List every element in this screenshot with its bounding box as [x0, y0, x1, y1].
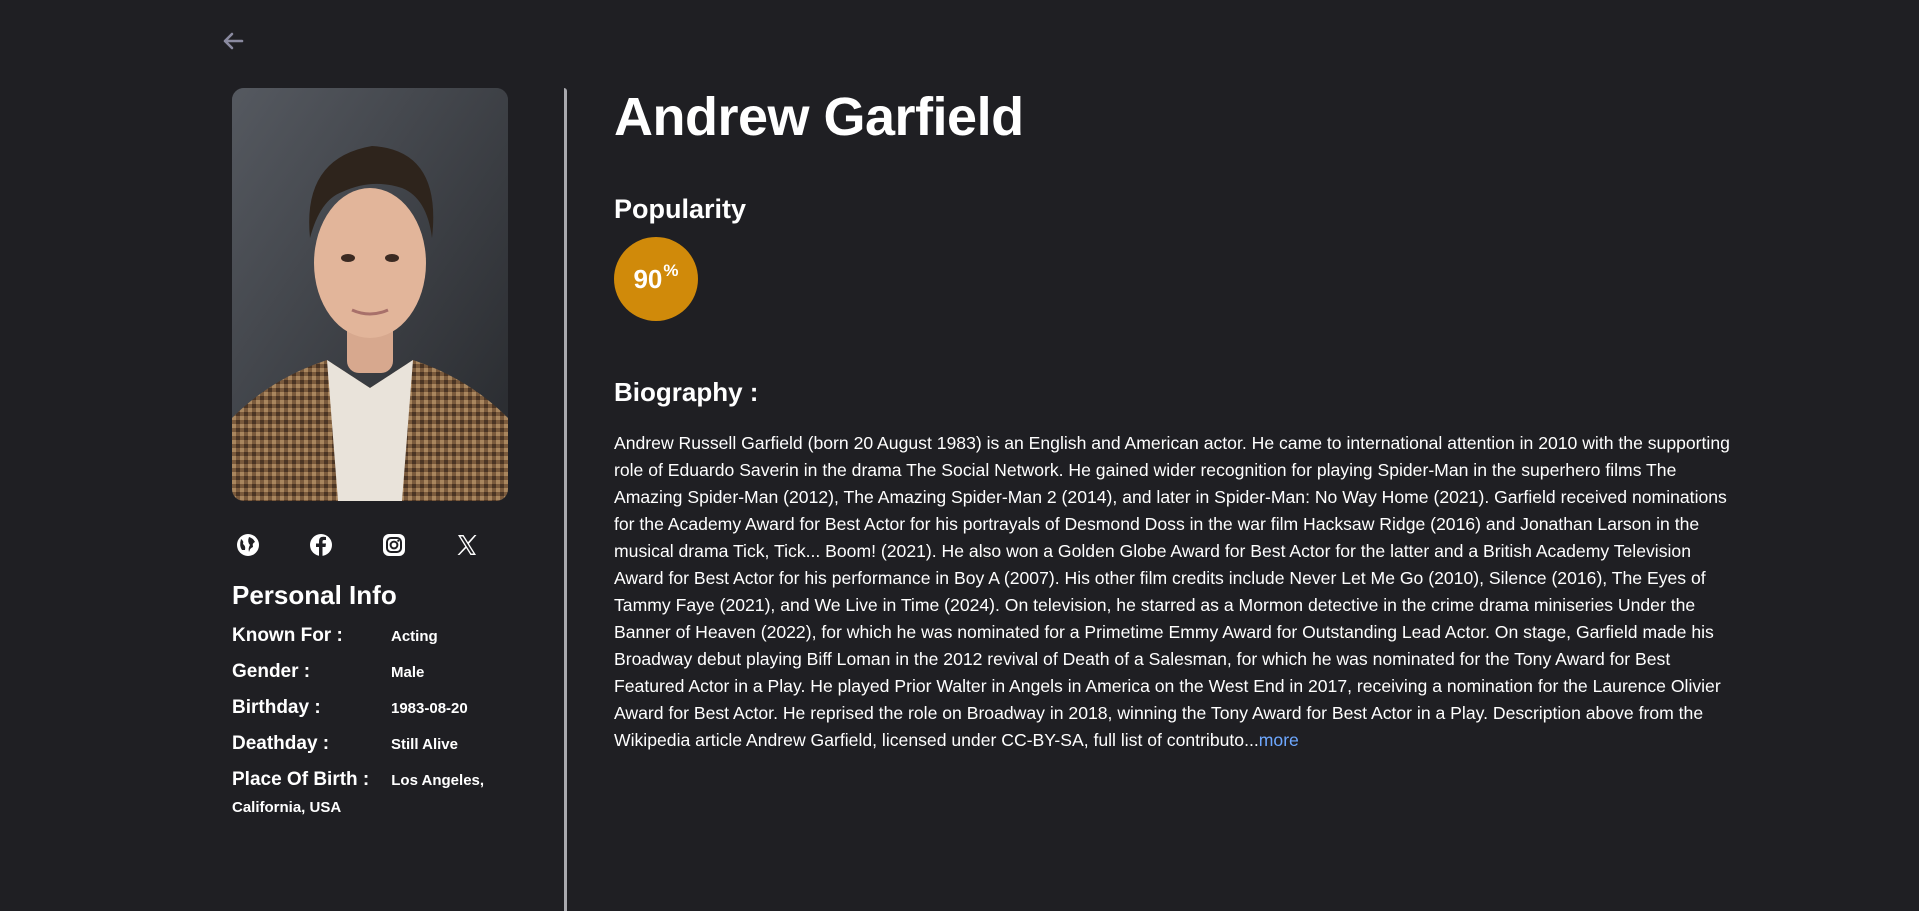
facebook-icon	[309, 533, 332, 556]
biography-title: Biography :	[614, 377, 759, 407]
vertical-divider	[564, 88, 567, 911]
instagram-link[interactable]	[380, 531, 407, 558]
profile-photo	[232, 88, 508, 501]
back-button[interactable]	[220, 28, 246, 54]
info-value: Still Alive	[391, 736, 458, 753]
info-value: Male	[391, 664, 425, 681]
info-value: 1983-08-20	[391, 700, 468, 717]
portrait-illustration	[232, 88, 508, 501]
person-name: Andrew Garfield	[614, 87, 1024, 147]
profile-sidebar: Personal Info Known For : Acting Gender …	[232, 88, 562, 816]
info-label: Gender :	[232, 661, 311, 682]
popularity-unit: %	[663, 261, 679, 280]
info-row-deathday: Deathday : Still Alive	[232, 733, 562, 769]
main-content: Andrew Garfield Popularity 90% Biography…	[614, 86, 1734, 754]
info-value: Los Angeles,	[391, 772, 485, 789]
info-value: Acting	[391, 628, 438, 645]
info-value-continued: California, USA	[232, 799, 342, 816]
popularity-title: Popularity	[614, 194, 747, 224]
website-link[interactable]	[234, 531, 261, 558]
social-links	[234, 531, 562, 558]
info-label: Known For :	[232, 625, 343, 646]
facebook-link[interactable]	[307, 531, 334, 558]
more-link[interactable]: more	[1259, 730, 1299, 750]
info-row-birthday: Birthday : 1983-08-20	[232, 697, 562, 733]
info-label: Birthday :	[232, 697, 321, 718]
info-row-place-of-birth: Place Of Birth : Los Angeles, California…	[232, 769, 562, 816]
personal-info-title: Personal Info	[232, 580, 397, 610]
popularity-badge: 90%	[614, 237, 698, 321]
globe-icon	[236, 533, 259, 556]
biography-body: Andrew Russell Garfield (born 20 August …	[614, 433, 1730, 750]
x-icon	[457, 534, 476, 555]
arrow-left-icon	[223, 32, 244, 50]
info-label: Deathday :	[232, 733, 330, 754]
info-label: Place Of Birth :	[232, 769, 370, 790]
instagram-icon	[382, 533, 405, 556]
popularity-value: 90	[633, 263, 663, 294]
info-row-gender: Gender : Male	[232, 661, 562, 697]
biography-text: Andrew Russell Garfield (born 20 August …	[614, 430, 1734, 754]
info-row-known-for: Known For : Acting	[232, 625, 562, 661]
x-link[interactable]	[453, 531, 480, 558]
